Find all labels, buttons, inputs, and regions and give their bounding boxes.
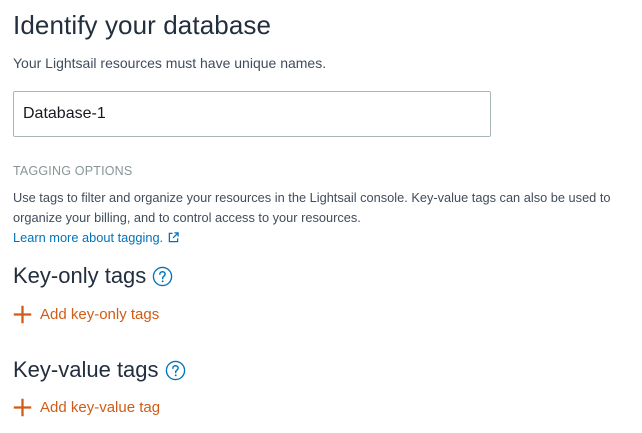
plus-icon <box>13 398 32 417</box>
learn-more-tagging-label: Learn more about tagging. <box>13 230 164 245</box>
key-value-tags-title: Key-value tags <box>13 357 159 382</box>
database-name-input[interactable] <box>13 91 491 137</box>
key-value-tags-heading: Key-value tags <box>13 357 186 383</box>
plus-icon <box>13 305 32 324</box>
key-only-tags-title: Key-only tags <box>13 263 147 288</box>
add-key-value-tag-button[interactable]: Add key-value tag <box>13 398 160 417</box>
add-key-only-tags-button[interactable]: Add key-only tags <box>13 305 159 324</box>
help-circle-icon[interactable] <box>165 360 186 381</box>
external-link-icon <box>168 232 179 243</box>
tagging-description: Use tags to filter and organize your res… <box>13 190 611 225</box>
page-subtitle: Your Lightsail resources must have uniqu… <box>13 55 327 71</box>
help-circle-icon[interactable] <box>152 266 173 287</box>
key-only-tags-heading: Key-only tags <box>13 263 173 289</box>
learn-more-tagging-link[interactable]: Learn more about tagging. <box>13 230 179 245</box>
add-key-only-tags-label: Add key-only tags <box>40 306 160 323</box>
create-database-tagging-panel: Identify your database Your Lightsail re… <box>13 0 628 433</box>
add-key-value-tag-label: Add key-value tag <box>40 399 161 416</box>
tagging-options-label: TAGGING OPTIONS <box>13 164 133 178</box>
page-title: Identify your database <box>13 10 272 40</box>
